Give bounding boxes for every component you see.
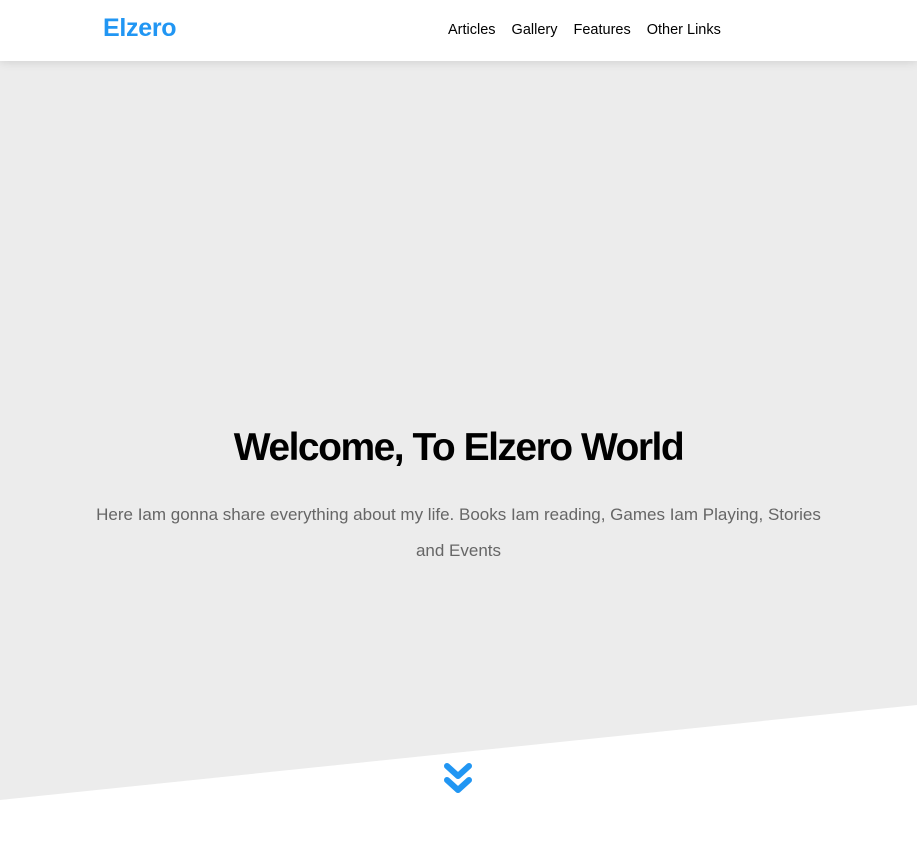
site-header: Elzero Articles Gallery Features Other L… (0, 0, 917, 61)
nav-item-articles: Articles (440, 0, 504, 61)
hero-title: Welcome, To Elzero World (233, 426, 685, 469)
hero-content: Welcome, To Elzero World Here Iam gonna … (0, 421, 917, 569)
nav-item-other-links: Other Links (639, 0, 729, 61)
main-nav: Articles Gallery Features Other Links (440, 0, 729, 61)
nav-link-features[interactable]: Features (565, 0, 638, 61)
nav-link-gallery[interactable]: Gallery (504, 0, 566, 61)
landing-section: Welcome, To Elzero World Here Iam gonna … (0, 61, 917, 858)
hero-description: Here Iam gonna share everything about my… (96, 505, 821, 560)
nav-link-articles[interactable]: Articles (440, 0, 504, 61)
double-chevron-down-icon (444, 763, 472, 793)
nav-link-other-links[interactable]: Other Links (639, 0, 729, 61)
go-down-link[interactable] (442, 763, 474, 799)
nav-item-gallery: Gallery (504, 0, 566, 61)
logo-link[interactable]: Elzero (103, 14, 177, 43)
nav-item-features: Features (565, 0, 638, 61)
